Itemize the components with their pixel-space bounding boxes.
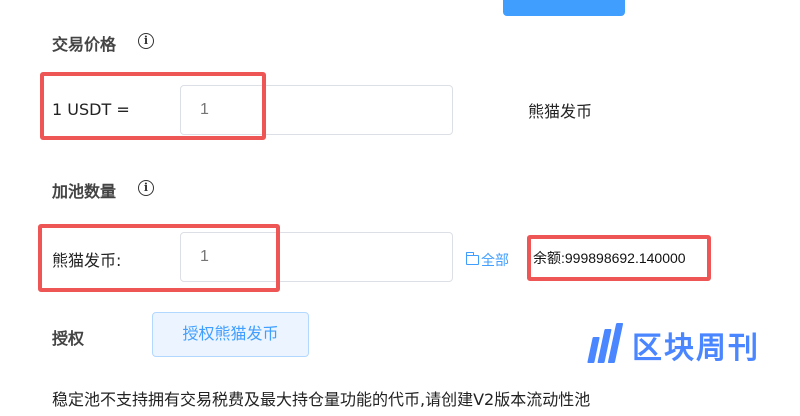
pool-info-icon[interactable]: i [138,180,154,196]
max-label: 全部 [481,253,509,269]
watermark-text: 区块周刊 [632,331,760,366]
watermark-logo-icon [586,323,626,367]
max-button[interactable]: 全部 [465,250,509,270]
folder-icon [465,252,479,265]
top-action-button[interactable] [503,0,625,16]
balance-text: 余额:999898692.140000 [533,250,686,266]
price-unit: 熊猫发币 [528,102,593,121]
price-info-icon[interactable]: i [138,33,154,49]
auth-label: 授权 [52,329,85,348]
price-label: 1 USDT = [52,100,130,119]
watermark: 区块周刊 [580,316,780,374]
price-section-title: 交易价格 [52,35,117,54]
pool-amount-input[interactable] [180,232,453,282]
pool-section-title: 加池数量 [52,182,117,201]
pool-amount-label: 熊猫发币: [52,251,122,270]
price-input[interactable] [180,85,453,135]
authorize-button[interactable]: 授权熊猫发币 [152,312,309,357]
stable-pool-note: 稳定池不支持拥有交易税费及最大持仓量功能的代币,请创建V2版本流动性池 [52,390,591,409]
